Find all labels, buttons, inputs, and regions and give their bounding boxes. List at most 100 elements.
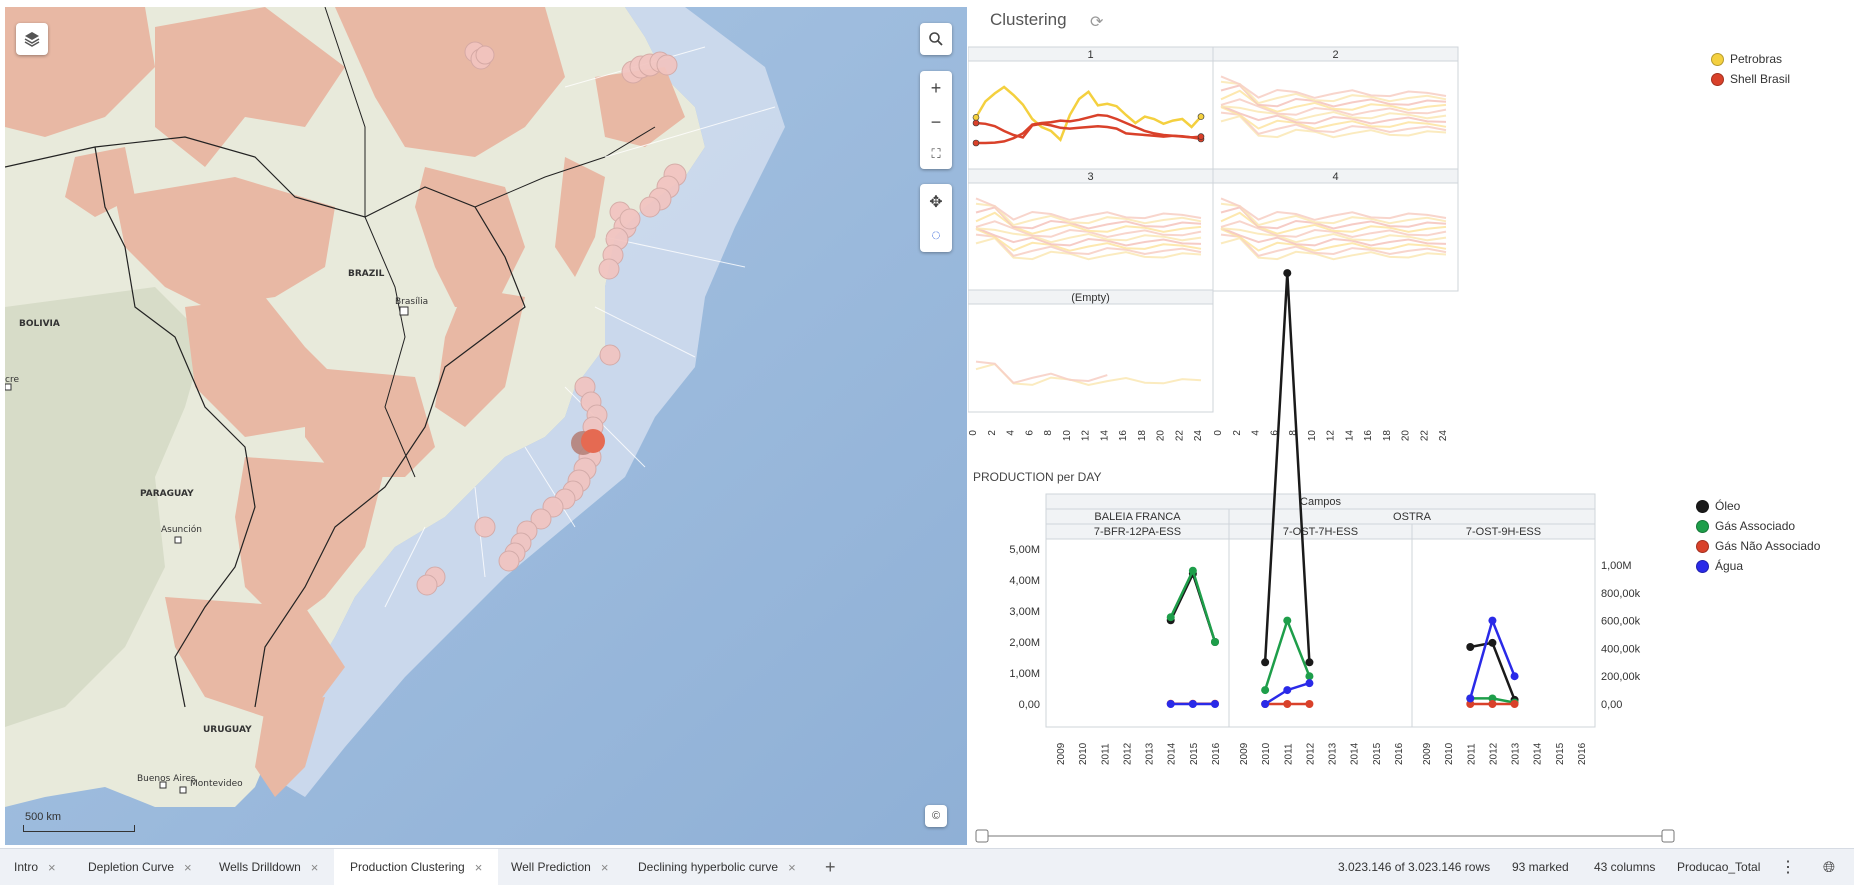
tab-label: Intro: [14, 860, 39, 874]
production-point: [1283, 269, 1292, 278]
legend-gas-nao-associado[interactable]: Gás Não Associado: [1696, 539, 1820, 553]
well-label: 7-OST-9H-ESS: [1466, 526, 1541, 538]
year-tick-label: 2016: [1211, 742, 1222, 765]
legend-oleo[interactable]: Óleo: [1696, 499, 1740, 513]
production-point: [1211, 638, 1219, 646]
y-tick-label-left: 1,00M: [1009, 668, 1040, 680]
year-tick-label: 2015: [1372, 742, 1383, 765]
zoom-out-button[interactable]: −: [931, 112, 942, 133]
legend-label: Água: [1715, 559, 1744, 573]
pan-icon[interactable]: ✥: [929, 192, 942, 212]
year-tick-label: 2010: [1078, 742, 1089, 765]
production-point: [1488, 638, 1497, 647]
gas-nao-associado-swatch: [1696, 539, 1709, 553]
production-point: [1510, 672, 1519, 681]
production-point: [1305, 658, 1314, 667]
column-count: 43 columns: [1594, 860, 1656, 874]
year-tick-label: 2011: [1283, 743, 1294, 765]
production-point: [1261, 686, 1270, 695]
year-tick-label: 2011: [1466, 743, 1477, 765]
year-tick-label: 2009: [1239, 742, 1250, 765]
production-point: [1188, 566, 1197, 575]
close-icon[interactable]: ×: [601, 860, 609, 875]
production-point: [1305, 700, 1314, 708]
search-button[interactable]: [920, 23, 952, 55]
map-label-cre: cre: [5, 375, 19, 385]
well-panel: [1411, 538, 1596, 728]
legend-label: Óleo: [1715, 499, 1741, 513]
close-icon[interactable]: ×: [788, 860, 796, 875]
production-point: [1488, 700, 1497, 708]
globe-icon[interactable]: 🌐︎: [1823, 849, 1835, 885]
fit-view-icon[interactable]: ⛶: [931, 146, 940, 162]
lasso-icon[interactable]: ◌: [931, 227, 941, 245]
more-menu-icon[interactable]: ⋮: [1780, 849, 1796, 885]
close-icon[interactable]: ×: [48, 860, 56, 875]
map-canvas[interactable]: [5, 7, 967, 845]
y-tick-label-right: 1,00M: [1601, 560, 1632, 572]
tab-depletion-curve[interactable]: Depletion Curve ×: [88, 849, 192, 885]
tab-wells-drilldown[interactable]: Wells Drilldown ×: [219, 849, 318, 885]
map-label-montevideo: Montevideo: [190, 779, 243, 789]
map-panel[interactable]: BOLIVIA BRAZIL Brasília PARAGUAY Asunció…: [5, 7, 967, 845]
row-count: 3.023.146 of 3.023.146 rows: [1338, 860, 1491, 874]
add-tab-button[interactable]: +: [825, 849, 836, 885]
year-tick-label: 2009: [1056, 742, 1067, 765]
production-point: [1166, 700, 1175, 708]
map-label-brasilia: Brasília: [395, 297, 429, 307]
well-panel: [1228, 538, 1413, 728]
copyright-button[interactable]: ©: [925, 805, 947, 827]
right-panel: Clustering ⟳ 180000040000002380000040000…: [968, 0, 1854, 845]
year-tick-label: 2009: [1422, 742, 1433, 765]
y-tick-label-left: 4,00M: [1009, 575, 1040, 587]
tab-label: Well Prediction: [511, 860, 591, 874]
campos-header-label: Campos: [1300, 496, 1341, 508]
y-tick-label-left: 0,00: [1019, 699, 1040, 711]
tab-well-prediction[interactable]: Well Prediction ×: [511, 849, 608, 885]
year-tick-label: 2013: [1328, 742, 1339, 765]
close-icon[interactable]: ×: [311, 860, 319, 875]
y-tick-label-right: 200,00k: [1601, 671, 1641, 683]
production-point: [1188, 700, 1197, 708]
year-tick-label: 2013: [1145, 742, 1156, 765]
agua-swatch: [1696, 559, 1709, 573]
y-tick-label-right: 600,00k: [1601, 616, 1641, 628]
year-tick-label: 2012: [1122, 742, 1133, 765]
y-tick-label-left: 5,00M: [1009, 544, 1040, 556]
production-point: [1488, 616, 1497, 625]
tab-label: Wells Drilldown: [219, 860, 301, 874]
zoom-controls: + − ⛶: [920, 71, 952, 169]
well-label: 7-BFR-12PA-ESS: [1094, 526, 1181, 538]
production-point: [1211, 700, 1219, 708]
production-point: [1261, 658, 1270, 667]
year-tick-label: 2011: [1100, 743, 1111, 765]
zoom-in-button[interactable]: +: [931, 78, 942, 99]
production-chart[interactable]: Campos BALEIA FRANCA OSTRA 7-BFR-12PA-ESS 7-…: [968, 0, 1854, 845]
close-icon[interactable]: ×: [475, 860, 483, 875]
close-icon[interactable]: ×: [184, 860, 192, 875]
well-label: 7-OST-7H-ESS: [1283, 526, 1358, 538]
production-point: [1283, 686, 1292, 695]
y-tick-label-left: 2,00M: [1009, 637, 1040, 649]
production-point: [1283, 616, 1292, 625]
y-tick-label-right: 0,00: [1601, 699, 1622, 711]
map-scale-label: 500 km: [25, 811, 62, 823]
legend-label: Gás Associado: [1715, 519, 1796, 533]
production-point: [1305, 679, 1314, 688]
year-tick-label: 2013: [1511, 742, 1522, 765]
tab-intro[interactable]: Intro ×: [14, 849, 56, 885]
tab-production-clustering[interactable]: Production Clustering ×: [334, 849, 499, 885]
legend-gas-associado[interactable]: Gás Associado: [1696, 519, 1795, 533]
legend-agua[interactable]: Água: [1696, 559, 1743, 573]
year-tick-label: 2012: [1305, 742, 1316, 765]
tab-declining-hyperbolic-curve[interactable]: Declining hyperbolic curve ×: [638, 849, 796, 885]
page-tab-bar: Intro × Depletion Curve × Wells Drilldown ×…: [0, 848, 1854, 885]
column-name[interactable]: Producao_Total: [1677, 849, 1760, 885]
year-tick-label: 2016: [1577, 742, 1588, 765]
layers-button[interactable]: [16, 23, 48, 55]
production-point: [1466, 643, 1475, 652]
production-point: [1283, 700, 1292, 708]
production-point: [1510, 700, 1519, 708]
year-tick-label: 2014: [1533, 742, 1544, 765]
year-tick-label: 2014: [1350, 742, 1361, 765]
